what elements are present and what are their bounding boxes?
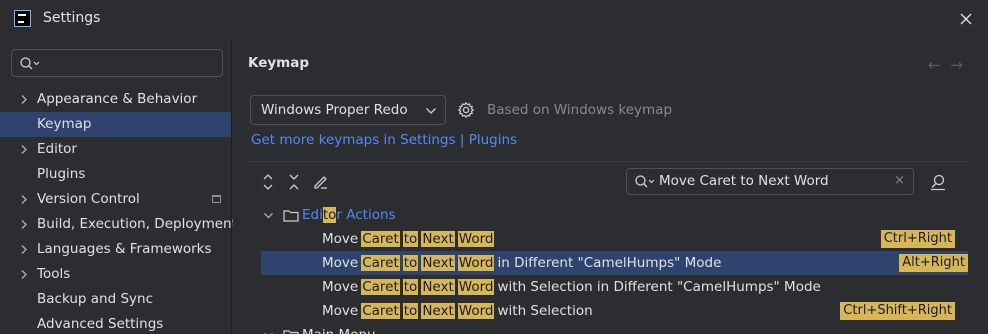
chevron-right-icon[interactable] [19,144,29,155]
settings-sidebar: Appearance & Behavior Keymap Editor Plug… [0,38,237,334]
sidebar-item-label: Advanced Settings [37,316,164,332]
sidebar-item-label: Backup and Sync [37,291,154,307]
action-label: Move Caret to Next Word with Selection in Dif… [322,279,821,295]
get-keymaps-links: Get more keymaps in Settings | Plugins [251,132,517,148]
chevron-right-icon[interactable] [19,219,29,230]
chevron-down-icon[interactable] [263,212,274,220]
get-keymaps-link[interactable]: Get more keymaps in Settings [251,132,456,148]
sidebar-item-languages[interactable]: Languages & Frameworks [0,237,231,262]
tree-group-label: Main Menu [302,323,376,334]
sidebar-item-editor[interactable]: Editor [0,137,231,162]
tree-row-action[interactable]: Move Caret to Next Word Ctrl+Right [248,227,968,251]
action-label: Move Caret to Next Word in Different "CamelHu… [322,255,722,271]
find-by-shortcut-icon[interactable] [929,173,947,191]
sidebar-item-build[interactable]: Build, Execution, Deployment [0,212,237,237]
sidebar-item-label: Keymap [37,116,92,132]
sidebar-item-label: Plugins [37,166,86,182]
project-level-icon [212,195,221,203]
chevron-right-icon[interactable] [19,244,29,255]
chevron-right-icon[interactable] [19,194,29,205]
sidebar-item-label: Tools [37,266,71,282]
action-label: Move Caret to Next Word with Selection [322,303,593,319]
expand-all-icon[interactable] [261,173,275,191]
tree-row-action[interactable]: Move Caret to Next Word with Selection in Dif… [248,275,968,299]
title-bar: Settings [0,0,988,38]
link-separator: | [459,132,465,148]
sidebar-item-keymap[interactable]: Keymap [0,112,231,137]
tree-group-label: Editor Actions [302,207,396,223]
page-title: Keymap [248,55,310,71]
shortcut-badge: Ctrl+Right [880,230,955,248]
search-icon [20,57,40,70]
collapse-all-icon[interactable] [287,173,301,191]
clear-search-icon[interactable]: × [894,173,905,188]
close-icon[interactable] [956,9,976,29]
window-title: Settings [43,10,101,26]
sidebar-item-label: Appearance & Behavior [37,91,198,107]
tree-group-main-menu[interactable]: Main Menu [248,323,968,334]
edit-shortcut-icon[interactable] [312,173,330,191]
chevron-down-icon [426,108,436,114]
tree-row-action-selected[interactable]: Move Caret to Next Word in Different "CamelHu… [261,251,968,275]
action-label: Move Caret to Next Word [322,231,495,247]
tree-group-editor-actions[interactable]: Editor Actions [248,203,968,227]
shortcut-badge: Ctrl+Shift+Right [840,302,955,320]
sidebar-item-tools[interactable]: Tools [0,262,231,287]
plugins-link[interactable]: Plugins [469,132,517,148]
gear-icon[interactable] [457,101,475,119]
sidebar-item-backup-sync[interactable]: Backup and Sync [0,287,231,312]
back-arrow-icon[interactable]: ← [928,56,951,74]
keymap-select[interactable]: Windows Proper Redo [250,95,446,125]
action-search-input[interactable]: Move Caret to Next Word × [626,168,914,195]
chevron-right-icon[interactable] [19,269,29,280]
based-on-label: Based on Windows keymap [487,102,673,118]
history-nav: ←→ [928,56,973,74]
keymap-panel: Keymap ←→ Windows Proper Redo Based on W… [233,38,988,334]
folder-icon [283,330,299,334]
shortcut-badge: Alt+Right [899,254,968,272]
folder-icon [283,210,299,222]
search-icon [635,175,655,188]
sidebar-item-label: Editor [37,141,77,157]
keymap-toolbar: Move Caret to Next Word × [248,166,968,198]
tree-row-action[interactable]: Move Caret to Next Word with Selection Ctrl+S… [248,299,968,323]
divider [248,161,968,162]
keymap-select-value: Windows Proper Redo [261,102,408,118]
sidebar-item-label: Build, Execution, Deployment [37,216,237,232]
settings-nav: Appearance & Behavior Keymap Editor Plug… [0,87,237,334]
sidebar-item-appearance[interactable]: Appearance & Behavior [0,87,231,112]
sidebar-item-version-control[interactable]: Version Control [0,187,231,212]
actions-tree: Editor Actions Move Caret to Next Word Ctrl+… [248,203,968,334]
action-search-value: Move Caret to Next Word [659,173,829,189]
sidebar-item-advanced-settings[interactable]: Advanced Settings [0,312,231,334]
sidebar-item-plugins[interactable]: Plugins [0,162,231,187]
chevron-right-icon[interactable] [19,94,29,105]
settings-search-input[interactable] [11,49,223,77]
forward-arrow-icon[interactable]: → [950,56,973,74]
sidebar-item-label: Version Control [37,191,140,207]
sidebar-item-label: Languages & Frameworks [37,241,212,257]
app-logo-icon [14,10,31,27]
